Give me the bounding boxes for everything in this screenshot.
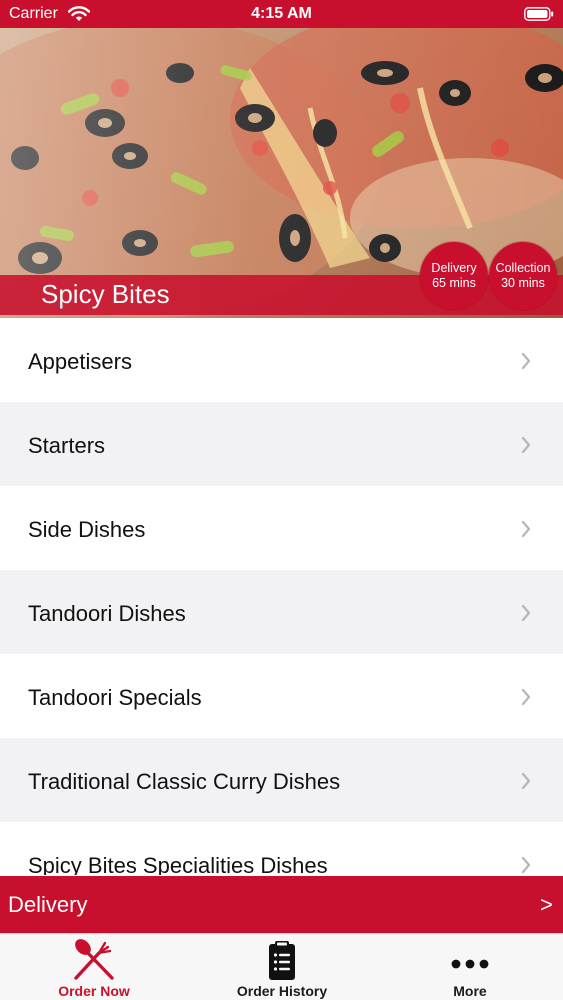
- status-time: 4:15 AM: [251, 5, 312, 22]
- tab-order-now[interactable]: Order Now: [0, 934, 188, 1000]
- hero-banner: Spicy Bites Delivery 65 mins Collection …: [0, 28, 563, 318]
- menu-category-label: Tandoori Dishes: [28, 601, 186, 626]
- menu-category-row[interactable]: Tandoori Specials: [0, 654, 563, 738]
- tab-bar: Order Now Order History More: [0, 933, 563, 1000]
- delivery-time-badge: Delivery 65 mins: [420, 242, 488, 310]
- menu-category-list[interactable]: Appetisers Starters Side Dishes Tandoori…: [0, 318, 563, 875]
- order-mode-bar[interactable]: Delivery >: [0, 876, 563, 933]
- restaurant-name: Spicy Bites: [41, 279, 170, 309]
- menu-category-row[interactable]: Spicy Bites Specialities Dishes: [0, 822, 563, 875]
- chevron-right-icon: [521, 856, 531, 874]
- fork-knife-icon: [74, 939, 114, 980]
- chevron-right-icon: [521, 436, 531, 454]
- tab-order-now-label: Order Now: [58, 983, 130, 999]
- chevron-right-icon: [521, 772, 531, 790]
- tab-more-label: More: [453, 983, 487, 999]
- tab-more[interactable]: More: [376, 934, 563, 1000]
- menu-category-row[interactable]: Starters: [0, 402, 563, 486]
- tab-order-history-label: Order History: [236, 983, 328, 999]
- status-bar: Carrier 4:15 AM: [0, 0, 563, 28]
- order-mode-arrow: >: [540, 892, 553, 917]
- menu-category-label: Traditional Classic Curry Dishes: [28, 769, 341, 794]
- menu-category-label: Side Dishes: [28, 517, 146, 542]
- collection-time-badge: Collection 30 mins: [489, 242, 557, 310]
- clipboard-list-icon: [269, 941, 295, 980]
- menu-category-label: Spicy Bites Specialities Dishes: [28, 853, 328, 875]
- menu-category-label: Starters: [28, 433, 106, 458]
- chevron-right-icon: [521, 604, 531, 622]
- menu-category-label: Appetisers: [28, 349, 132, 374]
- chevron-right-icon: [521, 520, 531, 538]
- collection-badge-time: 30 mins: [501, 276, 545, 290]
- delivery-badge-label: Delivery: [431, 261, 477, 275]
- menu-category-row[interactable]: Side Dishes: [0, 486, 563, 570]
- order-mode-label: Delivery: [8, 892, 88, 917]
- menu-category-row[interactable]: Tandoori Dishes: [0, 570, 563, 654]
- menu-category-row[interactable]: Traditional Classic Curry Dishes: [0, 738, 563, 822]
- collection-badge-label: Collection: [495, 261, 551, 275]
- battery-icon: [524, 7, 554, 21]
- menu-category-row[interactable]: Appetisers: [0, 318, 563, 402]
- delivery-badge-time: 65 mins: [432, 276, 476, 290]
- chevron-right-icon: [521, 688, 531, 706]
- chevron-right-icon: [521, 352, 531, 370]
- menu-category-label: Tandoori Specials: [28, 685, 202, 710]
- more-dots-icon: [451, 959, 489, 969]
- tab-order-history[interactable]: Order History: [188, 934, 376, 1000]
